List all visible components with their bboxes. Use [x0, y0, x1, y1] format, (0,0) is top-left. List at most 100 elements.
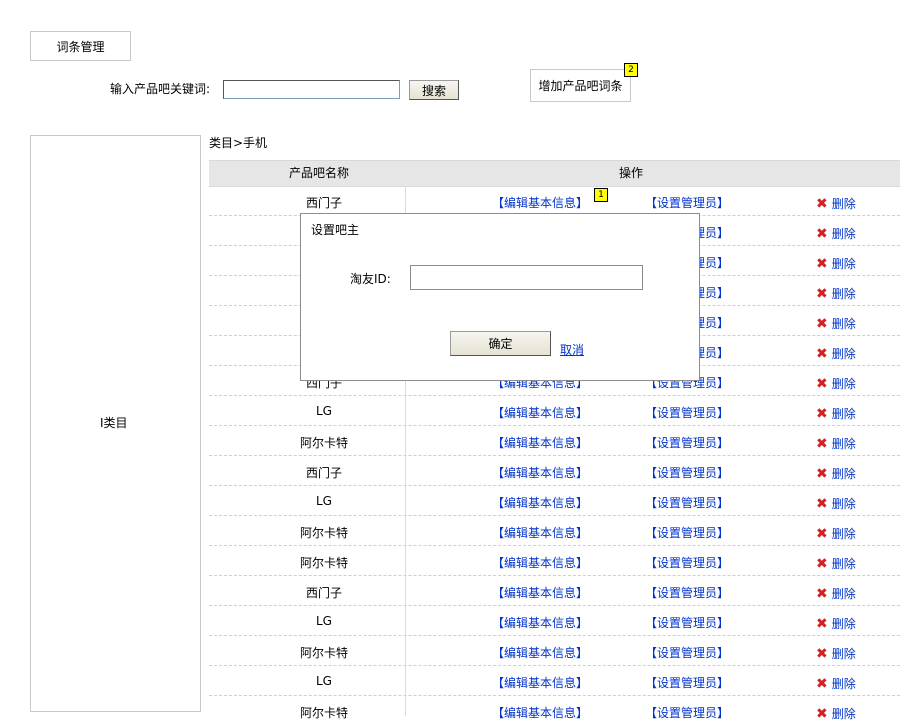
confirm-button[interactable]: 确定: [450, 331, 551, 356]
set-admin-link[interactable]: 【设置管理员】: [645, 644, 729, 661]
set-admin-link[interactable]: 【设置管理员】: [645, 434, 729, 451]
column-header-operations: 操作: [619, 166, 644, 180]
delete-label: 删除: [831, 497, 856, 511]
set-admin-link[interactable]: 【设置管理员】: [645, 524, 729, 541]
delete-link[interactable]: ✖ 删除: [816, 585, 856, 602]
delete-label: 删除: [831, 707, 856, 721]
edit-basic-info-link[interactable]: 【编辑基本信息】: [492, 464, 588, 481]
delete-label: 删除: [831, 617, 856, 631]
delete-x-icon: ✖: [816, 645, 828, 662]
row-separator: [209, 695, 900, 696]
set-admin-link[interactable]: 【设置管理员】: [645, 554, 729, 571]
search-button[interactable]: 搜索: [409, 80, 459, 100]
dialog-field-label: 淘友ID:: [350, 272, 391, 286]
delete-x-icon: ✖: [816, 405, 828, 422]
delete-link[interactable]: ✖ 删除: [816, 345, 856, 362]
delete-label: 删除: [831, 677, 856, 691]
edit-basic-info-link[interactable]: 【编辑基本信息】: [492, 494, 588, 511]
delete-link[interactable]: ✖ 删除: [816, 315, 856, 332]
delete-x-icon: ✖: [816, 195, 828, 212]
edit-basic-info-link[interactable]: 【编辑基本信息】: [492, 404, 588, 421]
taoyou-id-input[interactable]: [410, 265, 643, 290]
delete-link[interactable]: ✖ 删除: [816, 255, 856, 272]
row-product-name: LG: [316, 674, 332, 688]
delete-link[interactable]: ✖ 删除: [816, 435, 856, 452]
edit-basic-info-link[interactable]: 【编辑基本信息】: [492, 194, 588, 211]
search-button-label: 搜索: [421, 83, 446, 98]
delete-label: 删除: [831, 197, 856, 211]
edit-basic-info-link[interactable]: 【编辑基本信息】: [492, 554, 588, 571]
row-separator: [209, 665, 900, 666]
edit-basic-info-link[interactable]: 【编辑基本信息】: [492, 704, 588, 721]
delete-link[interactable]: ✖ 删除: [816, 405, 856, 422]
row-separator: [209, 635, 900, 636]
cancel-link[interactable]: 取消: [560, 341, 584, 358]
delete-link[interactable]: ✖ 删除: [816, 555, 856, 572]
edit-basic-info-link[interactable]: 【编辑基本信息】: [492, 614, 588, 631]
delete-label: 删除: [831, 407, 856, 421]
edit-basic-info-link[interactable]: 【编辑基本信息】: [492, 644, 588, 661]
delete-label: 删除: [831, 647, 856, 661]
row-product-name: 西门子: [305, 196, 342, 210]
set-admin-link[interactable]: 【设置管理员】: [645, 584, 729, 601]
category-label[interactable]: I类目: [100, 414, 128, 431]
edit-basic-info-link[interactable]: 【编辑基本信息】: [492, 584, 588, 601]
delete-x-icon: ✖: [816, 345, 828, 362]
annotation-badge-1: 1: [594, 188, 608, 202]
delete-link[interactable]: ✖ 删除: [816, 285, 856, 302]
tab-word-management[interactable]: 词条管理: [30, 31, 131, 61]
delete-x-icon: ✖: [816, 555, 828, 572]
set-admin-link[interactable]: 【设置管理员】: [645, 704, 729, 721]
delete-link[interactable]: ✖ 删除: [816, 705, 856, 722]
row-product-name: LG: [316, 404, 332, 418]
delete-link[interactable]: ✖ 删除: [816, 675, 856, 692]
annotation-badge-2: 2: [624, 63, 638, 77]
delete-label: 删除: [831, 227, 856, 241]
set-admin-link[interactable]: 【设置管理员】: [645, 404, 729, 421]
delete-x-icon: ✖: [816, 315, 828, 332]
row-product-name: 阿尔卡特: [299, 526, 348, 540]
search-input[interactable]: [223, 80, 400, 99]
delete-x-icon: ✖: [816, 525, 828, 542]
tab-label: 词条管理: [56, 39, 105, 54]
delete-link[interactable]: ✖ 删除: [816, 615, 856, 632]
set-admin-link[interactable]: 【设置管理员】: [645, 194, 729, 211]
delete-x-icon: ✖: [816, 255, 828, 272]
delete-x-icon: ✖: [816, 585, 828, 602]
delete-link[interactable]: ✖ 删除: [816, 495, 856, 512]
column-header-name: 产品吧名称: [289, 166, 350, 180]
row-product-name: 阿尔卡特: [299, 436, 348, 450]
row-separator: [209, 515, 900, 516]
delete-link[interactable]: ✖ 删除: [816, 645, 856, 662]
delete-link[interactable]: ✖ 删除: [816, 465, 856, 482]
set-admin-link[interactable]: 【设置管理员】: [645, 494, 729, 511]
row-separator: [209, 605, 900, 606]
breadcrumb: 类目>手机: [209, 136, 268, 150]
edit-basic-info-link[interactable]: 【编辑基本信息】: [492, 524, 588, 541]
delete-link[interactable]: ✖ 删除: [816, 375, 856, 392]
delete-x-icon: ✖: [816, 375, 828, 392]
delete-label: 删除: [831, 317, 856, 331]
delete-link[interactable]: ✖ 删除: [816, 525, 856, 542]
row-separator: [209, 485, 900, 486]
row-separator: [209, 425, 900, 426]
row-product-name: 阿尔卡特: [299, 556, 348, 570]
add-button-label: 增加产品吧词条: [538, 79, 623, 93]
delete-label: 删除: [831, 467, 856, 481]
add-product-entry-button[interactable]: 增加产品吧词条: [530, 69, 631, 102]
row-product-name: LG: [316, 614, 332, 628]
delete-label: 删除: [831, 527, 856, 541]
delete-link[interactable]: ✖ 删除: [816, 195, 856, 212]
confirm-button-label: 确定: [488, 337, 513, 351]
set-admin-link[interactable]: 【设置管理员】: [645, 464, 729, 481]
set-admin-link[interactable]: 【设置管理员】: [645, 674, 729, 691]
delete-label: 删除: [831, 287, 856, 301]
row-product-name: 西门子: [305, 466, 342, 480]
delete-x-icon: ✖: [816, 495, 828, 512]
search-label: 输入产品吧关键词:: [110, 82, 211, 96]
delete-link[interactable]: ✖ 删除: [816, 225, 856, 242]
edit-basic-info-link[interactable]: 【编辑基本信息】: [492, 674, 588, 691]
edit-basic-info-link[interactable]: 【编辑基本信息】: [492, 434, 588, 451]
set-admin-link[interactable]: 【设置管理员】: [645, 614, 729, 631]
delete-label: 删除: [831, 557, 856, 571]
